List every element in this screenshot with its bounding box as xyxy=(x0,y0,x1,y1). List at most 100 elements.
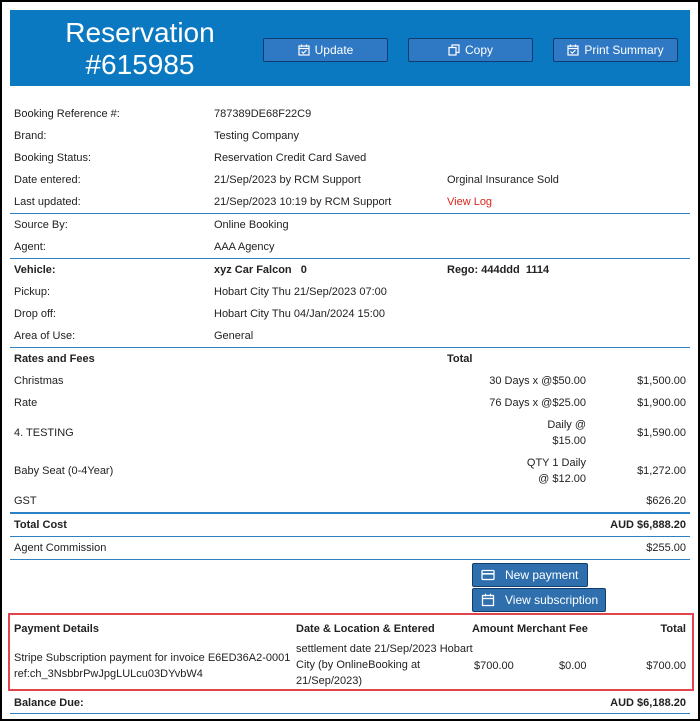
agent-commission-row: Agent Commission $255.00 xyxy=(10,537,690,559)
amount-header: Amount xyxy=(472,623,514,635)
agent-commission-value: $255.00 xyxy=(646,542,686,554)
rate-qty: 30 Days x @$50.00 xyxy=(489,375,586,387)
reservation-header: Reservation #615985 Update Copy Print Su… xyxy=(10,10,690,86)
rate-qty-line: Daily @ xyxy=(547,419,586,431)
vehicle-label: Vehicle: xyxy=(14,264,56,276)
rego-value: Rego: 444ddd 1114 xyxy=(447,264,550,276)
balance-due-row: Balance Due: AUD $6,188.20 xyxy=(10,692,690,714)
rate-qty-line: $15.00 xyxy=(552,435,586,447)
rate-total: $1,272.00 xyxy=(637,465,686,477)
title-line-1: Reservation xyxy=(65,17,215,48)
rates-header-row: Rates and Fees Total xyxy=(10,348,690,370)
calendar-check-icon xyxy=(567,44,579,56)
rates-header: Rates and Fees xyxy=(14,353,95,365)
brand-label: Brand: xyxy=(14,130,47,142)
new-payment-label: New payment xyxy=(505,568,579,582)
pickup-value: Hobart City Thu 21/Sep/2023 07:00 xyxy=(214,286,387,298)
rate-row: Rate 76 Days x @$25.00 $1,900.00 xyxy=(10,392,690,414)
print-summary-button[interactable]: Print Summary xyxy=(553,38,678,62)
payment-date-line: settlement date 21/Sep/2023 Hobart xyxy=(296,643,473,655)
vehicle-value: xyz Car Falcon 0 xyxy=(214,264,307,276)
total-cost-label: Total Cost xyxy=(14,519,67,531)
view-log-link[interactable]: View Log xyxy=(447,191,492,213)
title-line-2: #615985 xyxy=(85,49,195,80)
print-summary-button-label: Print Summary xyxy=(584,43,664,57)
rate-total: $1,590.00 xyxy=(637,427,686,439)
total-cost-value: AUD $6,888.20 xyxy=(610,519,686,531)
reservation-window: Reservation #615985 Update Copy Print Su… xyxy=(0,0,700,721)
booking-status-value: Reservation Credit Card Saved xyxy=(214,152,367,164)
rate-qty: Daily @ $15.00 xyxy=(547,417,586,449)
new-payment-button[interactable]: New payment xyxy=(472,563,588,587)
rate-qty: QTY 1 Daily @ $12.00 xyxy=(527,455,586,487)
agent-label: Agent: xyxy=(14,241,46,253)
dropoff-label: Drop off: xyxy=(14,308,56,320)
calendar-icon xyxy=(481,593,495,607)
update-button-label: Update xyxy=(314,43,354,57)
source-by-value: Online Booking xyxy=(214,219,289,231)
payment-date-line: City (by OnlineBooking at xyxy=(296,659,421,671)
credit-card-icon xyxy=(481,569,495,581)
insurance-note: Orginal Insurance Sold xyxy=(447,174,559,186)
calendar-check-icon xyxy=(298,44,310,56)
balance-due-label: Balance Due: xyxy=(14,697,84,709)
payment-details-cell: Stripe Subscription payment for invoice … xyxy=(14,650,294,682)
source-by-row: Source By: Online Booking xyxy=(10,214,690,236)
gst-row: GST $626.20 xyxy=(10,490,690,512)
vehicle-row: Vehicle: xyz Car Falcon 0 Rego: 444ddd 1… xyxy=(10,259,690,281)
view-subscription-label: View subscription xyxy=(505,593,599,607)
agent-row: Agent: AAA Agency xyxy=(10,236,690,258)
payment-date-cell: settlement date 21/Sep/2023 Hobart City … xyxy=(296,641,476,689)
rate-qty-line: @ $12.00 xyxy=(538,473,586,485)
brand-value: Testing Company xyxy=(214,130,299,142)
payments-table: Payment Details Date & Location & Entere… xyxy=(8,613,694,691)
last-updated-value: 21/Sep/2023 10:19 by RCM Support xyxy=(214,196,392,208)
rate-qty: 76 Days x @$25.00 xyxy=(489,397,586,409)
rate-row: 4. TESTING Daily @ $15.00 $1,590.00 xyxy=(10,414,690,452)
date-entered-label: Date entered: xyxy=(14,174,81,186)
view-subscription-button[interactable]: View subscription xyxy=(472,588,606,612)
booking-reference-value: 787389DE68F22C9 xyxy=(214,108,312,120)
payment-merchant-fee: $0.00 xyxy=(559,660,587,672)
date-location-header: Date & Location & Entered xyxy=(296,623,435,635)
rate-name: Rate xyxy=(14,397,38,409)
rate-name: 4. TESTING xyxy=(14,427,74,439)
agent-commission-label: Agent Commission xyxy=(14,542,107,554)
update-button[interactable]: Update xyxy=(263,38,388,62)
payment-total: $700.00 xyxy=(646,660,686,672)
copy-icon xyxy=(448,44,460,56)
payment-details-line: Stripe Subscription payment for invoice … xyxy=(14,652,291,664)
booking-reference-label: Booking Reference #: xyxy=(14,108,120,120)
copy-button[interactable]: Copy xyxy=(408,38,533,62)
payment-details-header: Payment Details xyxy=(14,623,99,635)
payment-amount: $700.00 xyxy=(474,660,514,672)
rate-total: $1,900.00 xyxy=(637,397,686,409)
booking-status-label: Booking Status: xyxy=(14,152,92,164)
gst-value: $626.20 xyxy=(646,495,686,507)
pickup-row: Pickup: Hobart City Thu 21/Sep/2023 07:0… xyxy=(10,281,690,303)
rates-total-header: Total xyxy=(447,353,473,365)
source-by-label: Source By: xyxy=(14,219,68,231)
divider xyxy=(10,713,690,714)
payment-details-line: ref:ch_3NsbbrPwJpgLULcu03DYvbW4 xyxy=(14,668,203,680)
payment-date-line: 21/Sep/2023) xyxy=(296,675,363,687)
total-header: Total xyxy=(660,623,686,635)
area-of-use-label: Area of Use: xyxy=(14,330,76,342)
rate-name: Baby Seat (0-4Year) xyxy=(14,465,114,477)
date-entered-row: Date entered: 21/Sep/2023 by RCM Support… xyxy=(10,169,690,191)
copy-button-label: Copy xyxy=(464,43,493,57)
area-of-use-value: General xyxy=(214,330,254,342)
date-entered-value: 21/Sep/2023 by RCM Support xyxy=(214,174,361,186)
brand-row: Brand: Testing Company xyxy=(10,125,690,147)
page-title: Reservation #615985 xyxy=(10,17,270,81)
rate-qty-line: QTY 1 Daily xyxy=(526,457,586,469)
dropoff-value: Hobart City Thu 04/Jan/2024 15:00 xyxy=(214,308,386,320)
total-cost-row: Total Cost AUD $6,888.20 xyxy=(10,514,690,536)
booking-reference-row: Booking Reference #: 787389DE68F22C9 xyxy=(10,103,690,125)
dropoff-row: Drop off: Hobart City Thu 04/Jan/2024 15… xyxy=(10,303,690,325)
rate-total: $1,500.00 xyxy=(637,375,686,387)
rate-row: Christmas 30 Days x @$50.00 $1,500.00 xyxy=(10,370,690,392)
balance-due-value: AUD $6,188.20 xyxy=(610,697,686,709)
rate-row: Baby Seat (0-4Year) QTY 1 Daily @ $12.00… xyxy=(10,452,690,490)
merchant-fee-header: Merchant Fee xyxy=(517,623,588,635)
